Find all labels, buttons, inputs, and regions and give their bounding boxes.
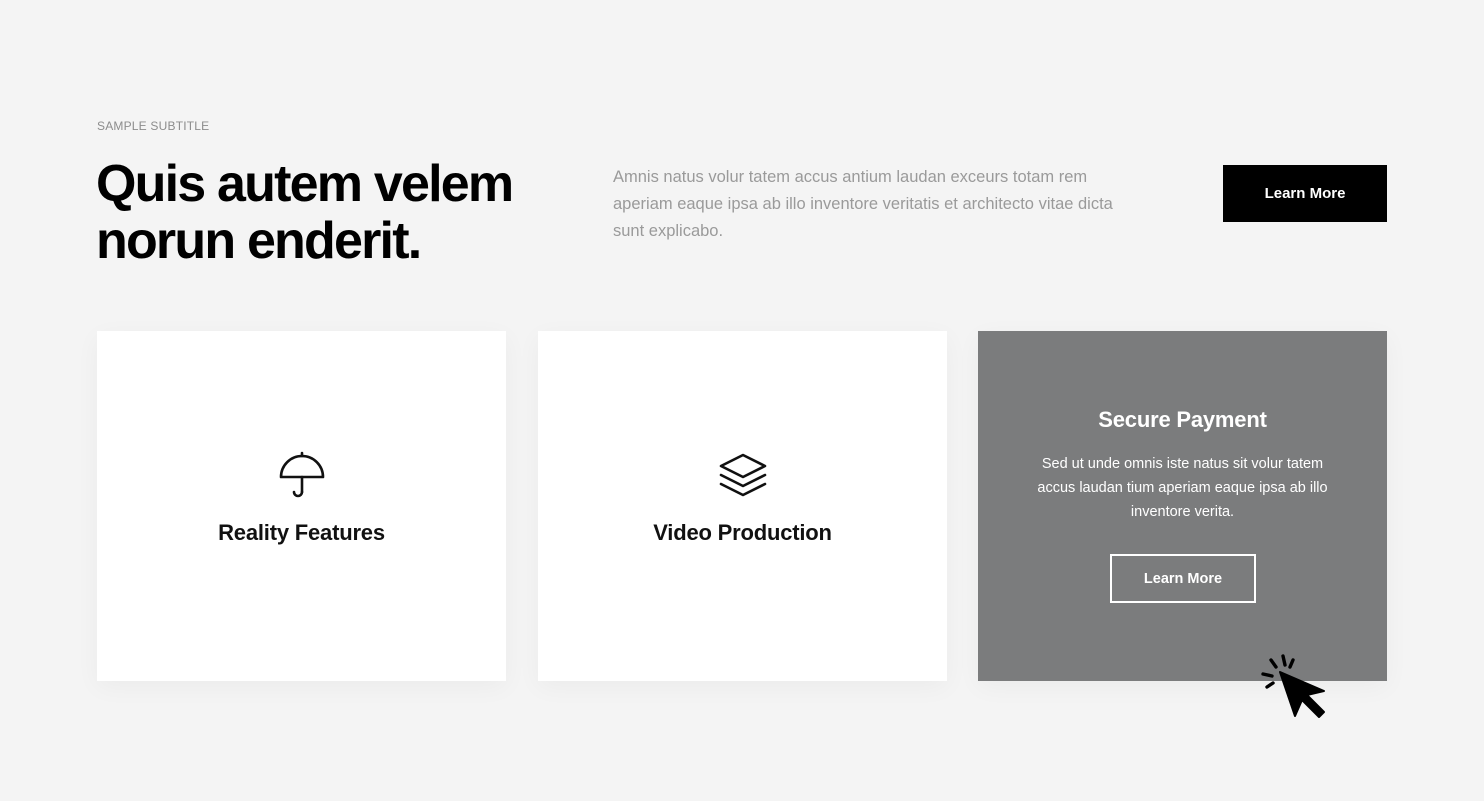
card-title: Reality Features (218, 520, 385, 545)
card-title: Video Production (653, 520, 832, 545)
services-section: SAMPLE SUBTITLE Quis autem velem norun e… (0, 0, 1484, 801)
layers-icon (719, 453, 766, 497)
section-title: Quis autem velem norun enderit. (96, 155, 514, 270)
card-secure-payment[interactable]: Secure Payment Sed ut unde omnis iste na… (978, 331, 1387, 681)
card-learn-more-button[interactable]: Learn More (1110, 554, 1256, 603)
service-cards: Reality Features Video Production Secure… (97, 331, 1387, 681)
card-video-production[interactable]: Video Production (538, 331, 947, 681)
umbrella-icon (279, 451, 324, 498)
card-reality-features[interactable]: Reality Features (97, 331, 506, 681)
section-description: Amnis natus volur tatem accus antium lau… (613, 168, 1113, 240)
card-title: Secure Payment (1098, 407, 1267, 432)
card-description: Sed ut unde omnis iste natus sit volur t… (1037, 456, 1328, 520)
section-subtitle: SAMPLE SUBTITLE (97, 119, 210, 133)
learn-more-button[interactable]: Learn More (1223, 165, 1387, 222)
